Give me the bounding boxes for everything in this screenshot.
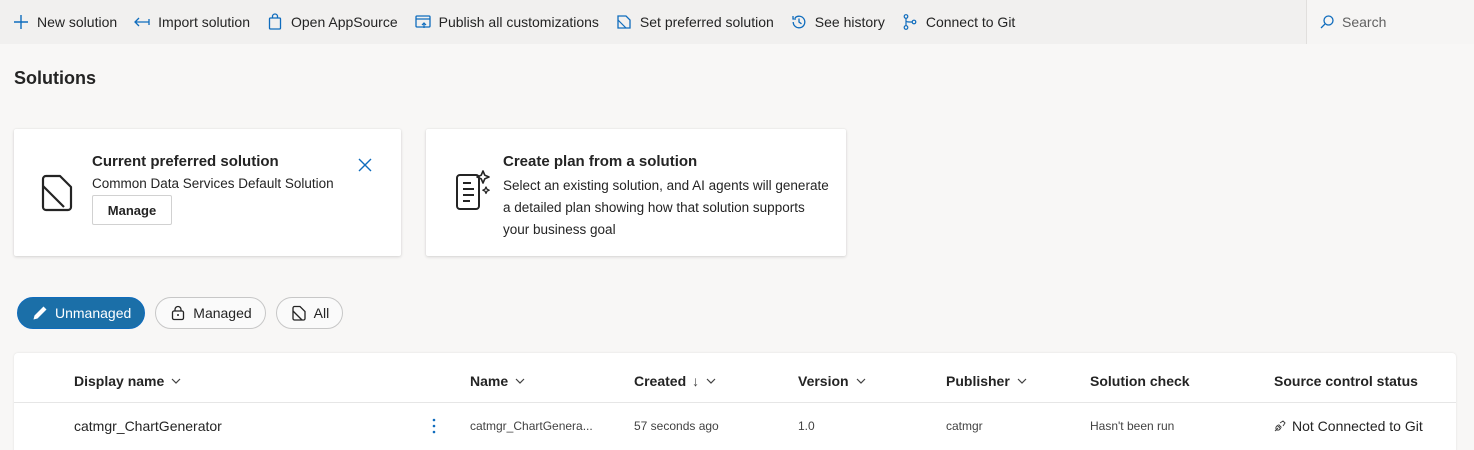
column-version[interactable]: Version <box>798 373 867 389</box>
plus-icon <box>14 15 28 29</box>
solution-filter-group: Unmanaged Managed All <box>17 297 353 329</box>
plug-disconnected-icon <box>1274 420 1286 432</box>
filter-all-label: All <box>313 305 330 321</box>
publish-icon <box>414 15 431 28</box>
search-icon <box>1320 15 1334 29</box>
pencil-icon <box>33 306 47 320</box>
solution-icon <box>41 174 73 212</box>
column-created[interactable]: Created ↓ <box>634 373 717 389</box>
sort-descending-icon: ↓ <box>692 373 700 389</box>
chevron-down-icon <box>706 378 716 384</box>
column-created-label: Created <box>634 373 687 389</box>
table-row[interactable]: catmgr_ChartGenerator catmgr_ChartGenera… <box>14 404 1456 448</box>
set-preferred-solution-label: Set preferred solution <box>639 14 774 30</box>
git-branch-icon <box>903 14 917 30</box>
search-placeholder: Search <box>1342 14 1387 30</box>
column-name[interactable]: Name <box>470 373 526 389</box>
open-appsource-button[interactable]: Open AppSource <box>266 0 406 44</box>
import-arrow-icon <box>134 17 150 27</box>
more-options-icon[interactable] <box>428 416 440 436</box>
column-solution-check-label: Solution check <box>1090 373 1190 389</box>
column-display-name-label: Display name <box>74 373 165 389</box>
column-name-label: Name <box>470 373 509 389</box>
column-display-name[interactable]: Display name <box>74 373 182 389</box>
document-sparkle-icon <box>456 170 490 210</box>
search-box[interactable]: Search <box>1306 0 1474 44</box>
history-icon <box>792 15 806 29</box>
filter-all[interactable]: All <box>275 297 344 329</box>
open-appsource-label: Open AppSource <box>290 14 398 30</box>
see-history-label: See history <box>814 14 885 30</box>
shopping-bag-icon <box>268 13 282 30</box>
filter-unmanaged-label: Unmanaged <box>55 305 132 321</box>
publish-all-label: Publish all customizations <box>438 14 599 30</box>
chevron-down-icon <box>515 378 525 384</box>
preferred-solution-name: Common Data Services Default Solution <box>92 176 334 191</box>
chevron-down-icon <box>171 378 181 384</box>
row-publisher: catmgr <box>946 419 983 433</box>
connect-to-git-label: Connect to Git <box>925 14 1016 30</box>
import-solution-label: Import solution <box>158 14 250 30</box>
connect-to-git-button[interactable]: Connect to Git <box>901 0 1024 44</box>
publish-all-button[interactable]: Publish all customizations <box>414 0 607 44</box>
command-bar-items: New solution Import solution Open AppSou… <box>0 0 1031 44</box>
column-source-control-status[interactable]: Source control status <box>1274 373 1418 389</box>
row-display-name[interactable]: catmgr_ChartGenerator <box>74 418 222 434</box>
grid-header: Display name Name Created ↓ Version Publ… <box>14 353 1456 403</box>
row-solution-check: Hasn't been run <box>1090 419 1175 433</box>
row-version: 1.0 <box>798 419 815 433</box>
page-title: Solutions <box>14 68 96 88</box>
row-source-control-label: Not Connected to Git <box>1292 418 1423 434</box>
command-bar: New solution Import solution Open AppSou… <box>0 0 1474 44</box>
lock-icon <box>172 305 185 321</box>
row-created: 57 seconds ago <box>634 419 719 433</box>
solution-icon <box>292 305 306 321</box>
filter-managed[interactable]: Managed <box>155 297 266 329</box>
set-preferred-solution-button[interactable]: Set preferred solution <box>615 0 782 44</box>
column-publisher-label: Publisher <box>946 373 1010 389</box>
create-plan-title: Create plan from a solution <box>503 153 698 170</box>
close-icon[interactable] <box>357 157 373 173</box>
solution-icon <box>617 15 631 29</box>
create-plan-description: Select an existing solution, and AI agen… <box>503 178 829 237</box>
column-publisher[interactable]: Publisher <box>946 373 1028 389</box>
see-history-button[interactable]: See history <box>790 0 893 44</box>
chevron-down-icon <box>856 378 866 384</box>
new-solution-label: New solution <box>37 14 118 30</box>
column-solution-check[interactable]: Solution check <box>1090 373 1190 389</box>
solutions-grid: Display name Name Created ↓ Version Publ… <box>14 353 1456 450</box>
filter-unmanaged[interactable]: Unmanaged <box>17 297 146 329</box>
chevron-down-icon <box>1017 378 1027 384</box>
row-source-control: Not Connected to Git <box>1274 418 1423 434</box>
preferred-solution-title: Current preferred solution <box>92 153 279 170</box>
column-source-control-label: Source control status <box>1274 373 1418 389</box>
create-plan-card[interactable]: Create plan from a solution Select an ex… <box>426 129 846 256</box>
manage-button[interactable]: Manage <box>92 195 172 225</box>
column-version-label: Version <box>798 373 849 389</box>
new-solution-button[interactable]: New solution <box>12 0 125 44</box>
row-name: catmgr_ChartGenera... <box>470 419 593 433</box>
import-solution-button[interactable]: Import solution <box>133 0 258 44</box>
filter-managed-label: Managed <box>193 305 252 321</box>
preferred-solution-card: Current preferred solution Common Data S… <box>14 129 401 256</box>
